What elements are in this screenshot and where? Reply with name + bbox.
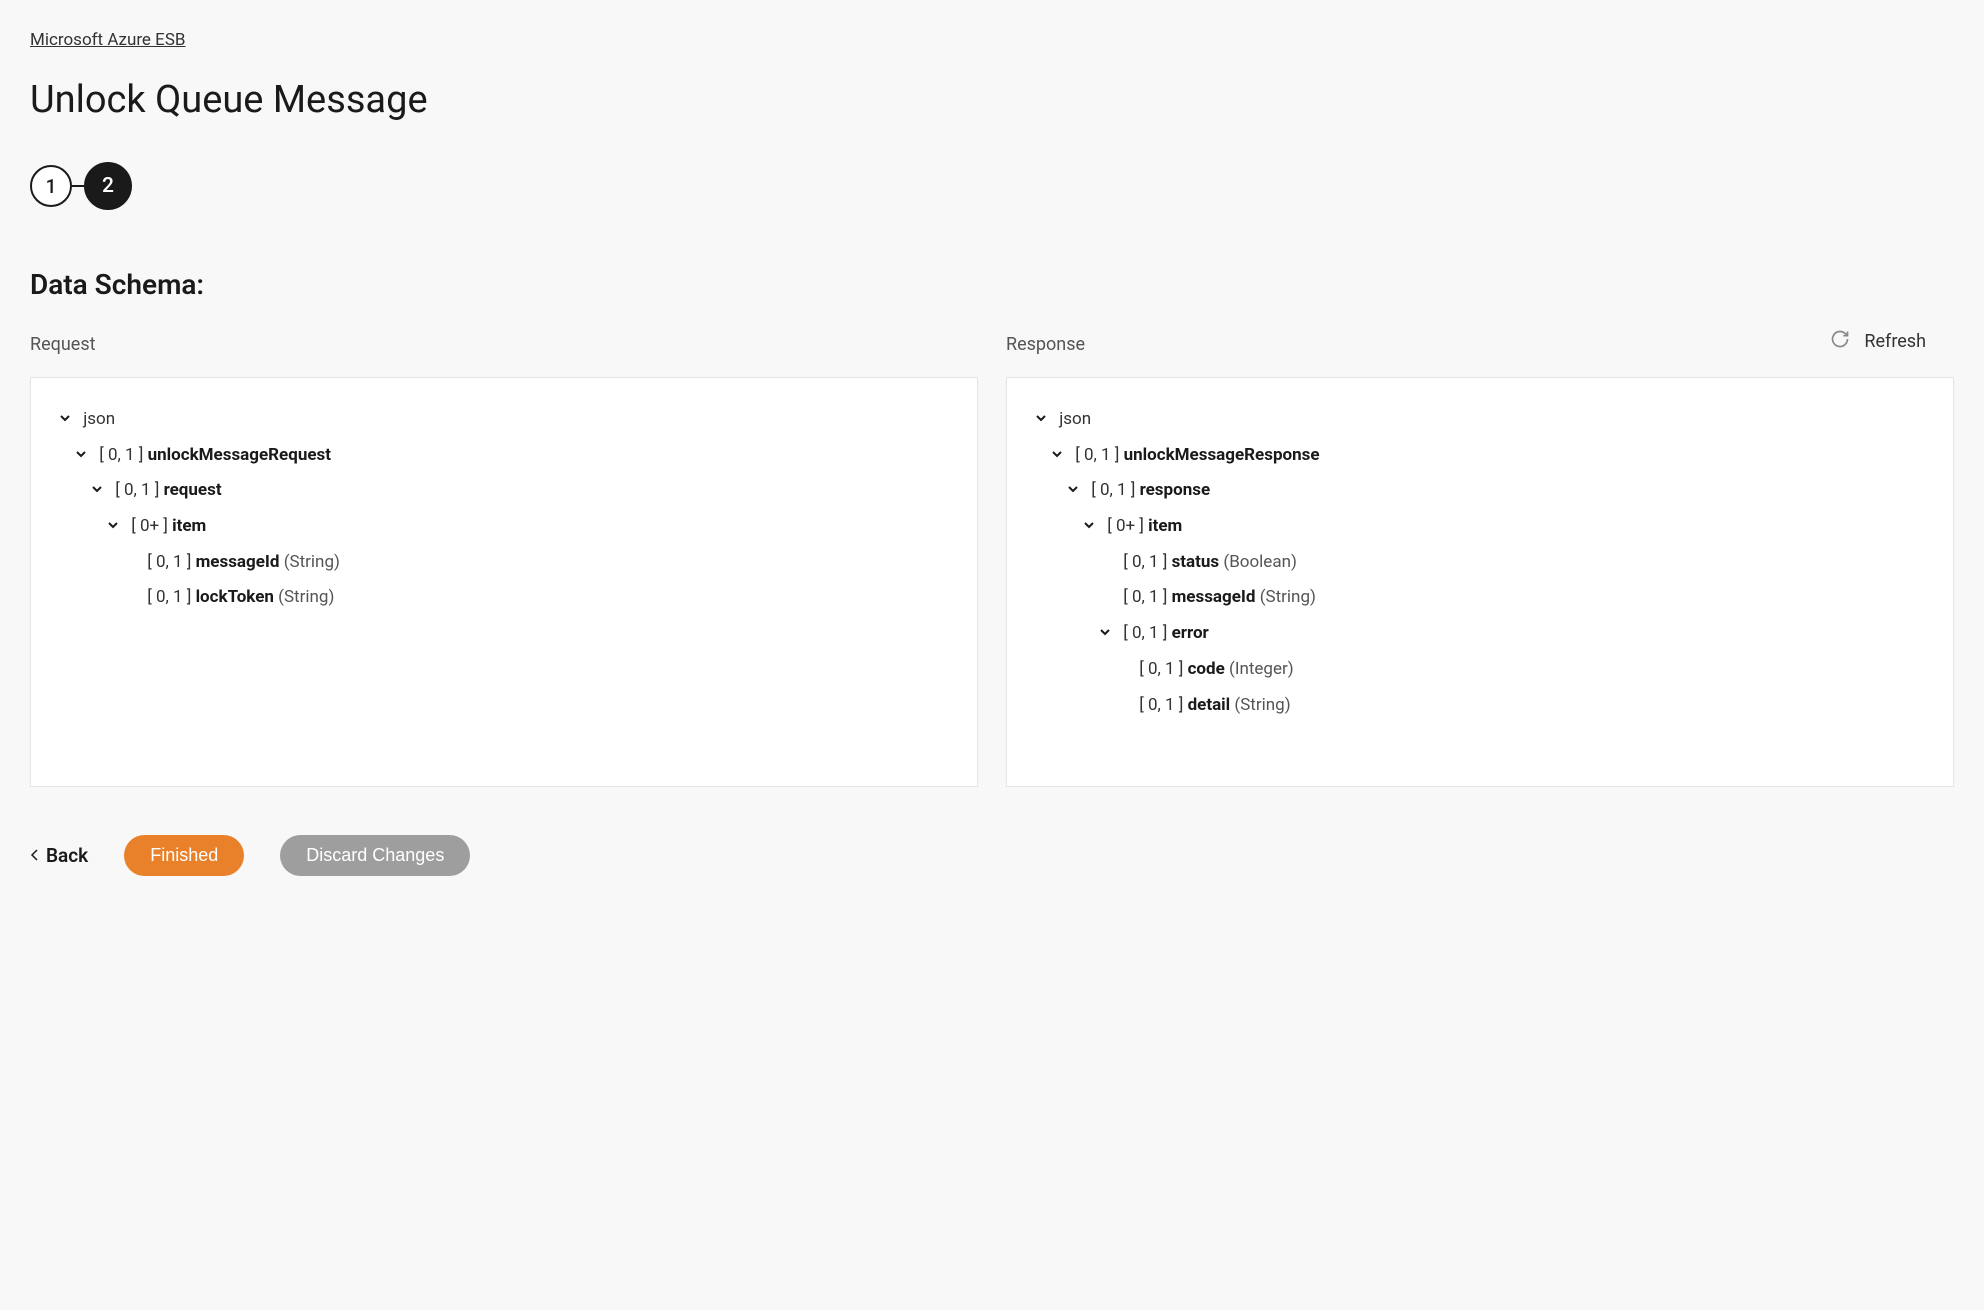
node-name: detail xyxy=(1188,695,1231,715)
cardinality-label: [ 0, 1 ] xyxy=(1091,480,1135,500)
tree-node-leaf[interactable]: [ 0, 1 ] status (Boolean) xyxy=(1035,545,1925,581)
tree-node-leaf[interactable]: [ 0, 1 ] lockToken (String) xyxy=(59,580,949,616)
tree-node-leaf[interactable]: [ 0, 1 ] code (Integer) xyxy=(1035,652,1925,688)
tree-node-label: json xyxy=(1059,409,1091,429)
node-type: (String) xyxy=(1260,587,1316,607)
node-name: messageId xyxy=(1172,587,1256,607)
node-type: (Boolean) xyxy=(1223,552,1297,572)
cardinality-label: [ 0, 1 ] xyxy=(1123,552,1167,572)
node-name: status xyxy=(1172,552,1220,572)
tree-node-root[interactable]: json xyxy=(59,402,949,438)
node-name: lockToken xyxy=(196,587,274,607)
tree-node-leaf[interactable]: [ 0, 1 ] messageId (String) xyxy=(59,545,949,581)
tree-node[interactable]: [ 0, 1 ] unlockMessageResponse xyxy=(1035,438,1925,474)
node-name: messageId xyxy=(196,552,280,572)
cardinality-label: [ 0, 1 ] xyxy=(1123,623,1167,643)
chevron-down-icon[interactable] xyxy=(91,473,107,509)
page-title: Unlock Queue Message xyxy=(30,78,1954,122)
tree-node-label: json xyxy=(83,409,115,429)
cardinality-label: [ 0+ ] xyxy=(131,516,168,536)
node-type: (String) xyxy=(1234,695,1290,715)
request-heading: Request xyxy=(30,334,978,355)
footer-actions: Back Finished Discard Changes xyxy=(30,835,1954,876)
cardinality-label: [ 0, 1 ] xyxy=(1075,445,1119,465)
breadcrumb-link[interactable]: Microsoft Azure ESB xyxy=(30,30,186,50)
tree-node[interactable]: [ 0, 1 ] request xyxy=(59,473,949,509)
cardinality-label: [ 0, 1 ] xyxy=(147,552,191,572)
tree-node[interactable]: [ 0, 1 ] response xyxy=(1035,473,1925,509)
tree-node-leaf[interactable]: [ 0, 1 ] messageId (String) xyxy=(1035,580,1925,616)
node-name: item xyxy=(1148,516,1182,536)
cardinality-label: [ 0, 1 ] xyxy=(115,480,159,500)
cardinality-label: [ 0, 1 ] xyxy=(1139,659,1183,679)
stepper: 1 2 xyxy=(30,162,1954,210)
discard-button[interactable]: Discard Changes xyxy=(280,835,470,876)
node-type: (Integer) xyxy=(1229,659,1294,679)
chevron-down-icon[interactable] xyxy=(107,509,123,545)
tree-node[interactable]: [ 0+ ] item xyxy=(59,509,949,545)
node-name: response xyxy=(1140,480,1211,500)
back-button[interactable]: Back xyxy=(30,844,88,867)
back-label: Back xyxy=(46,844,88,867)
chevron-down-icon[interactable] xyxy=(75,438,91,474)
node-name: error xyxy=(1172,623,1209,643)
tree-node[interactable]: [ 0, 1 ] error xyxy=(1035,616,1925,652)
response-heading: Response xyxy=(1006,334,1954,355)
node-name: item xyxy=(172,516,206,536)
step-2[interactable]: 2 xyxy=(84,162,132,210)
cardinality-label: [ 0, 1 ] xyxy=(1123,587,1167,607)
chevron-down-icon[interactable] xyxy=(1099,616,1115,652)
cardinality-label: [ 0, 1 ] xyxy=(147,587,191,607)
chevron-down-icon[interactable] xyxy=(1067,473,1083,509)
cardinality-label: [ 0, 1 ] xyxy=(99,445,143,465)
chevron-down-icon[interactable] xyxy=(59,402,75,438)
request-panel: json [ 0, 1 ] unlockMessageRequest [ 0, … xyxy=(30,377,978,787)
step-connector xyxy=(72,185,84,187)
node-name: request xyxy=(164,480,222,500)
tree-node-leaf[interactable]: [ 0, 1 ] detail (String) xyxy=(1035,688,1925,724)
node-name: unlockMessageRequest xyxy=(148,445,331,465)
chevron-down-icon[interactable] xyxy=(1051,438,1067,474)
tree-node-root[interactable]: json xyxy=(1035,402,1925,438)
chevron-left-icon xyxy=(30,844,40,867)
node-type: (String) xyxy=(284,552,340,572)
response-panel: json [ 0, 1 ] unlockMessageResponse [ 0,… xyxy=(1006,377,1954,787)
node-type: (String) xyxy=(278,587,334,607)
finished-button[interactable]: Finished xyxy=(124,835,244,876)
node-name: unlockMessageResponse xyxy=(1124,445,1320,465)
node-name: code xyxy=(1188,659,1225,679)
tree-node[interactable]: [ 0+ ] item xyxy=(1035,509,1925,545)
step-1[interactable]: 1 xyxy=(30,165,72,207)
cardinality-label: [ 0, 1 ] xyxy=(1139,695,1183,715)
chevron-down-icon[interactable] xyxy=(1035,402,1051,438)
chevron-down-icon[interactable] xyxy=(1083,509,1099,545)
cardinality-label: [ 0+ ] xyxy=(1107,516,1144,536)
tree-node[interactable]: [ 0, 1 ] unlockMessageRequest xyxy=(59,438,949,474)
section-heading: Data Schema: xyxy=(30,268,1954,301)
